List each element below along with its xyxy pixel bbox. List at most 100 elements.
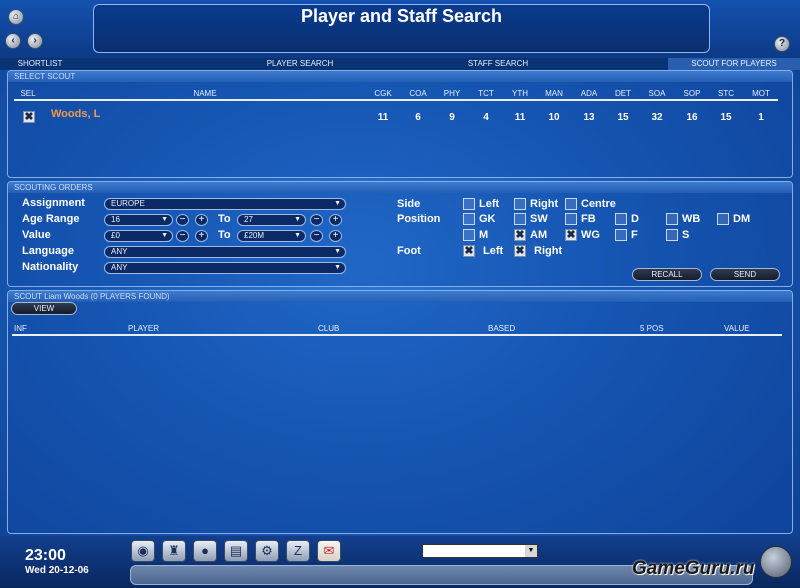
game-date: Wed 20-12-06	[25, 565, 89, 576]
globe-icon[interactable]: ●	[193, 540, 217, 562]
value-from-dropdown[interactable]: £0 ▼	[104, 230, 173, 242]
zip-icon[interactable]: Z	[286, 540, 310, 562]
tab-player-search[interactable]: PLAYER SEARCH	[250, 58, 350, 70]
col-header: ADA	[580, 89, 598, 98]
helmet-icon[interactable]: ◉	[131, 540, 155, 562]
scout-select-checkbox[interactable]: ✖	[23, 111, 35, 123]
position-wb-label: WB	[682, 213, 701, 225]
value-to-increase-button[interactable]: +	[329, 230, 342, 242]
col-header: CLUB	[318, 324, 340, 333]
age-to-value: 27	[244, 215, 253, 224]
col-header: NAME	[193, 89, 217, 98]
col-header: MAN	[545, 89, 563, 98]
value-to-decrease-button[interactable]: −	[310, 230, 323, 242]
chevron-down-icon: ▼	[294, 216, 301, 223]
age-to-increase-button[interactable]: +	[329, 214, 342, 226]
chevron-down-icon: ▼	[334, 200, 341, 207]
position-am-label: AM	[530, 229, 548, 241]
recall-button[interactable]: RECALL	[632, 268, 702, 281]
position-f-checkbox[interactable]	[615, 229, 627, 241]
chevron-down-icon: ▼	[334, 248, 341, 255]
tab-scout-for-players[interactable]: SCOUT FOR PLAYERS	[668, 58, 800, 70]
assignment-value: EUROPE	[111, 199, 145, 208]
position-d-checkbox[interactable]	[615, 213, 627, 225]
position-am-checkbox[interactable]: ✖	[514, 229, 526, 241]
to-label: To	[218, 229, 231, 241]
attr-value: 10	[548, 112, 560, 123]
age-from-decrease-button[interactable]: −	[176, 214, 189, 226]
value-to-dropdown[interactable]: £20M ▼	[237, 230, 306, 242]
scout-name-link[interactable]: Woods, L	[51, 108, 100, 120]
mail-icon[interactable]: ✉	[317, 540, 341, 562]
position-m-checkbox[interactable]	[463, 229, 475, 241]
continue-icon[interactable]	[760, 546, 792, 578]
attr-value: 9	[449, 112, 455, 123]
select-scout-panel: SELECT SCOUT	[7, 70, 793, 178]
section-header: SELECT SCOUT	[8, 71, 792, 82]
side-left-label: Left	[479, 198, 500, 210]
position-s-label: S	[682, 229, 690, 241]
col-header: PHY	[443, 89, 461, 98]
language-label: Language	[22, 245, 74, 257]
view-button[interactable]: VIEW	[11, 302, 77, 315]
position-sw-checkbox[interactable]	[514, 213, 526, 225]
tab-staff-search[interactable]: STAFF SEARCH	[448, 58, 548, 70]
foot-label: Foot	[397, 245, 421, 257]
forward-arrow-icon[interactable]: ›	[27, 33, 43, 49]
col-header: SEL	[20, 89, 36, 98]
col-header: STC	[718, 89, 734, 98]
back-arrow-icon[interactable]: ‹	[5, 33, 21, 49]
age-from-dropdown[interactable]: 16 ▼	[104, 214, 173, 226]
header-divider	[12, 334, 782, 336]
col-header: BASED	[488, 324, 516, 333]
age-to-decrease-button[interactable]: −	[310, 214, 323, 226]
chevron-down-icon: ▼	[525, 545, 537, 557]
position-f-label: F	[631, 229, 638, 241]
side-right-checkbox[interactable]	[514, 198, 526, 210]
foot-left-checkbox[interactable]: ✖	[463, 245, 475, 257]
settings-icon[interactable]: ⚙	[255, 540, 279, 562]
nationality-label: Nationality	[22, 261, 79, 273]
page-title: Player and Staff Search	[300, 6, 503, 26]
results-panel: SCOUT Liam Woods (0 PLAYERS FOUND)	[7, 290, 793, 534]
assignment-dropdown[interactable]: EUROPE ▼	[104, 198, 346, 210]
position-wb-checkbox[interactable]	[666, 213, 678, 225]
send-button[interactable]: SEND	[710, 268, 780, 281]
nationality-value: ANY	[111, 263, 128, 272]
position-fb-checkbox[interactable]	[565, 213, 577, 225]
news-icon[interactable]: ▤	[224, 540, 248, 562]
quick-jump-dropdown[interactable]: ▼	[422, 544, 538, 558]
col-header: VALUE	[724, 324, 750, 333]
position-d-label: D	[631, 213, 639, 225]
position-gk-label: GK	[479, 213, 496, 225]
attr-value: 11	[377, 112, 389, 123]
side-label: Side	[397, 198, 421, 210]
language-dropdown[interactable]: ANY ▼	[104, 246, 346, 258]
attr-value: 32	[651, 112, 663, 123]
tab-shortlist[interactable]: SHORTLIST	[0, 58, 80, 70]
col-header: PLAYER	[128, 324, 159, 333]
attr-value: 16	[686, 112, 698, 123]
nationality-dropdown[interactable]: ANY ▼	[104, 262, 346, 274]
col-header: 5 POS	[640, 324, 664, 333]
side-left-checkbox[interactable]	[463, 198, 475, 210]
side-centre-checkbox[interactable]	[565, 198, 577, 210]
trophy-icon[interactable]: ♜	[162, 540, 186, 562]
home-icon[interactable]: ⌂	[8, 9, 24, 25]
position-s-checkbox[interactable]	[666, 229, 678, 241]
age-range-label: Age Range	[22, 213, 80, 225]
chevron-down-icon: ▼	[294, 232, 301, 239]
position-dm-label: DM	[733, 213, 751, 225]
position-wg-checkbox[interactable]: ✖	[565, 229, 577, 241]
help-icon[interactable]: ?	[774, 36, 790, 52]
foot-right-checkbox[interactable]: ✖	[514, 245, 526, 257]
watermark-text: GameGuru.ru	[632, 558, 755, 579]
value-from-increase-button[interactable]: +	[195, 230, 208, 242]
position-dm-checkbox[interactable]	[717, 213, 729, 225]
col-header: MOT	[752, 89, 770, 98]
position-wg-label: WG	[581, 229, 600, 241]
age-from-increase-button[interactable]: +	[195, 214, 208, 226]
age-to-dropdown[interactable]: 27 ▼	[237, 214, 306, 226]
position-gk-checkbox[interactable]	[463, 213, 475, 225]
value-from-decrease-button[interactable]: −	[176, 230, 189, 242]
